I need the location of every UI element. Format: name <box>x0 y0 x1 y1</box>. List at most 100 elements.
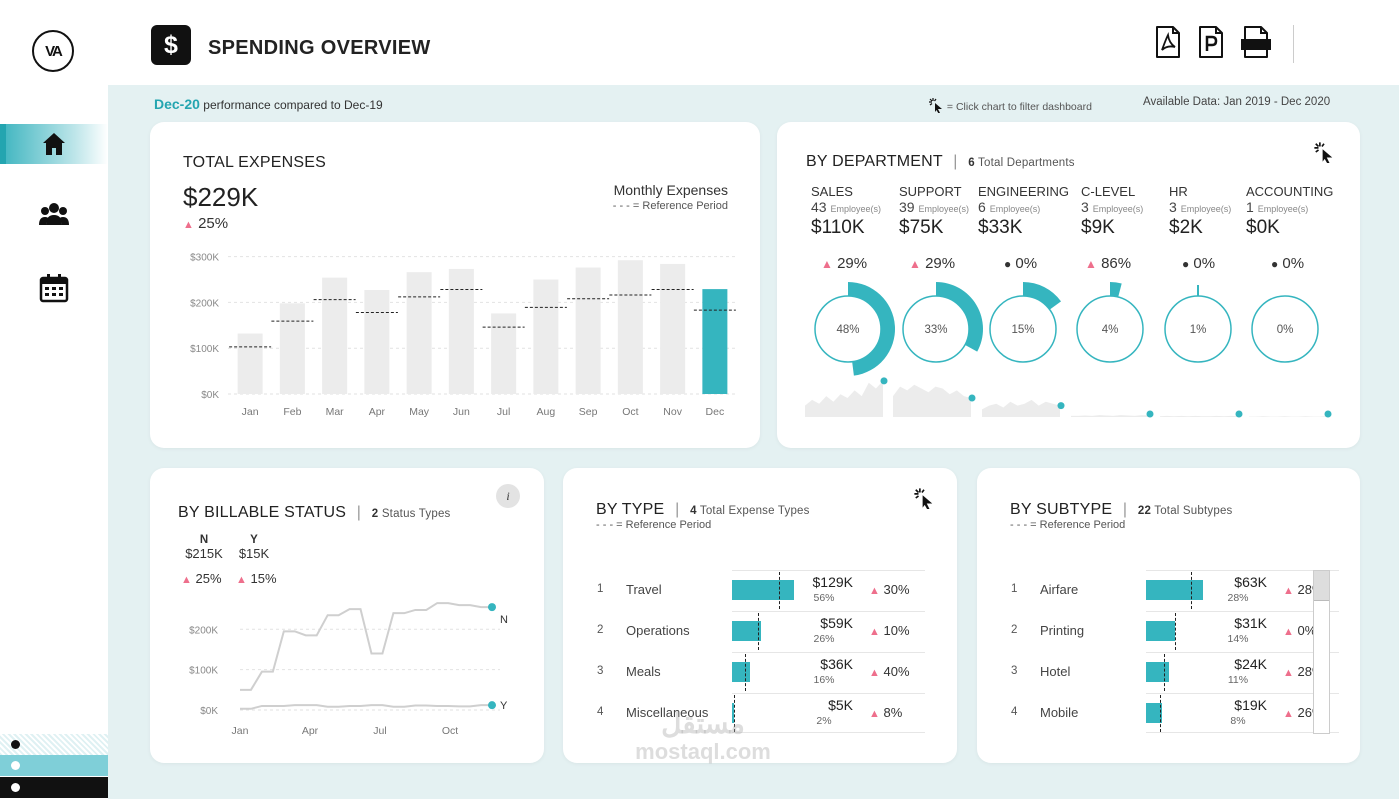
row-value: $5K <box>828 697 853 713</box>
theme-strip-teal[interactable] <box>0 755 108 776</box>
by-billable-status-card[interactable]: BY BILLABLE STATUS | 2 Status Types N $2… <box>150 468 544 763</box>
row-change: ▲ 30% <box>869 582 910 597</box>
theme-strip-light[interactable] <box>0 734 108 755</box>
subtype-title: BY SUBTYPE <box>1010 501 1113 518</box>
dollar-icon: $ <box>151 25 191 65</box>
by-subtype-card[interactable]: BY SUBTYPE | 22 Total Subtypes - - - = R… <box>977 468 1360 763</box>
type-count: 4 <box>690 505 697 517</box>
nav-users[interactable] <box>0 194 108 234</box>
expense-bar[interactable] <box>533 279 559 394</box>
header: $ SPENDING OVERVIEW <box>108 0 1399 85</box>
expense-bar[interactable] <box>364 290 390 394</box>
reference-marker <box>1191 572 1193 609</box>
ranked-row[interactable]: 2 Printing $31K 14% ▲ 0% <box>977 611 1357 651</box>
click-cursor-icon <box>929 98 942 114</box>
row-bar[interactable] <box>1146 621 1175 641</box>
y-tick-label: $200K <box>189 625 218 636</box>
subtype-count: 22 <box>1137 505 1152 517</box>
sparkline-end-dot <box>880 377 888 385</box>
row-value: $63K <box>1234 574 1267 590</box>
expense-bar[interactable] <box>491 313 517 394</box>
ranked-row[interactable]: 3 Hotel $24K 11% ▲ 28% <box>977 652 1357 692</box>
ranked-row[interactable]: 1 Airfare $63K 28% ▲ 28% <box>977 570 1357 610</box>
x-tick-label: Sep <box>579 406 598 418</box>
row-name: Mobile <box>1040 705 1079 720</box>
expense-bar[interactable] <box>448 268 474 394</box>
row-percent: 2% <box>816 715 832 727</box>
nav-calendar[interactable] <box>0 268 108 308</box>
by-department-card[interactable]: BY DEPARTMENT | 6 Total Departments SALE… <box>777 122 1360 448</box>
reference-marker <box>745 654 747 691</box>
up-arrow-icon: ▲ <box>1283 626 1294 638</box>
subtype-scrollbar[interactable] <box>1313 570 1330 734</box>
calendar-icon <box>39 274 69 303</box>
expense-bar[interactable] <box>575 267 601 394</box>
row-percent: 26% <box>813 633 835 645</box>
department-donuts[interactable]: 48% 33% 15% 4% 1% 0% <box>777 122 1360 448</box>
expense-bar[interactable] <box>702 289 728 394</box>
donut-share-label: 33% <box>924 324 947 336</box>
users-icon <box>39 203 69 225</box>
row-percent: 28% <box>1227 592 1249 604</box>
expense-bar[interactable] <box>660 263 686 394</box>
row-bar[interactable] <box>1146 580 1204 600</box>
row-name: Airfare <box>1040 582 1079 597</box>
row-rank: 3 <box>1011 665 1018 677</box>
total-expenses-card[interactable]: TOTAL EXPENSES $229K ▲ 25% Monthly Expen… <box>150 122 760 448</box>
x-tick-label: Jan <box>232 725 249 737</box>
row-bar[interactable] <box>732 662 750 682</box>
ppt-icon[interactable] <box>1198 25 1224 59</box>
expense-bar[interactable] <box>406 272 432 394</box>
x-tick-label: Apr <box>369 406 386 418</box>
monthly-expenses-chart[interactable]: $0K $100K $200K $300K Jan Feb Mar Apr May Jun Jul A… <box>150 122 760 448</box>
up-arrow-icon: ▲ <box>869 667 880 679</box>
brand-logo[interactable]: VA <box>32 30 74 72</box>
x-tick-label: Jul <box>497 406 510 418</box>
pdf-icon[interactable] <box>1155 25 1181 59</box>
row-percent: 14% <box>1227 633 1249 645</box>
nav-home[interactable] <box>0 124 108 164</box>
row-percent: 16% <box>813 674 835 686</box>
theme-dot <box>11 740 20 749</box>
comparison-label: performance compared to Dec-19 <box>203 98 383 112</box>
row-change: ▲ 40% <box>869 664 910 679</box>
row-rank: 1 <box>1011 583 1018 595</box>
expense-bar[interactable] <box>322 277 348 394</box>
reference-marker <box>779 572 781 609</box>
theme-strip-dark[interactable] <box>0 777 108 798</box>
scrollbar-thumb[interactable] <box>1314 571 1329 601</box>
row-bar[interactable] <box>732 621 761 641</box>
ranked-row[interactable]: 4 Mobile $19K 8% ▲ 26% <box>977 693 1357 733</box>
expense-bar[interactable] <box>279 303 305 394</box>
row-rank: 4 <box>597 706 604 718</box>
up-arrow-icon: ▲ <box>1283 585 1294 597</box>
department-sparkline <box>1249 416 1327 417</box>
x-tick-label: Feb <box>283 406 301 418</box>
x-tick-label: Jun <box>453 406 470 418</box>
series-n-line[interactable] <box>240 602 492 691</box>
billable-line-chart[interactable]: $0K $100K $200K N Y Jan Apr Jul Oct <box>150 468 544 763</box>
series-y-line[interactable] <box>240 704 492 710</box>
row-name: Meals <box>626 664 661 679</box>
row-name: Printing <box>1040 623 1085 638</box>
ranked-row[interactable]: 2 Operations $59K 26% ▲ 10% <box>563 611 943 651</box>
x-tick-label: Jul <box>373 725 386 737</box>
row-value: $129K <box>812 574 853 590</box>
reference-marker <box>1174 613 1176 650</box>
expense-bar[interactable] <box>617 260 643 394</box>
expense-bar[interactable] <box>237 333 263 394</box>
png-icon[interactable] <box>1241 25 1271 59</box>
period-summary: Dec-20 performance compared to Dec-19 <box>154 96 383 112</box>
row-value: $19K <box>1234 697 1267 713</box>
y-tick-label: $200K <box>190 298 219 309</box>
sparkline-end-dot <box>1324 410 1332 418</box>
ranked-row[interactable]: 1 Travel $129K 56% ▲ 30% <box>563 570 943 610</box>
click-hint-text: = Click chart to filter dashboard <box>946 101 1092 113</box>
y-tick-label: $0K <box>200 706 218 717</box>
x-tick-label: May <box>409 406 430 418</box>
ranked-row[interactable]: 3 Meals $36K 16% ▲ 40% <box>563 652 943 692</box>
x-tick-label: Oct <box>442 725 458 737</box>
row-bar[interactable] <box>732 580 794 600</box>
row-value: $36K <box>820 656 853 672</box>
row-percent: 11% <box>1227 674 1249 686</box>
